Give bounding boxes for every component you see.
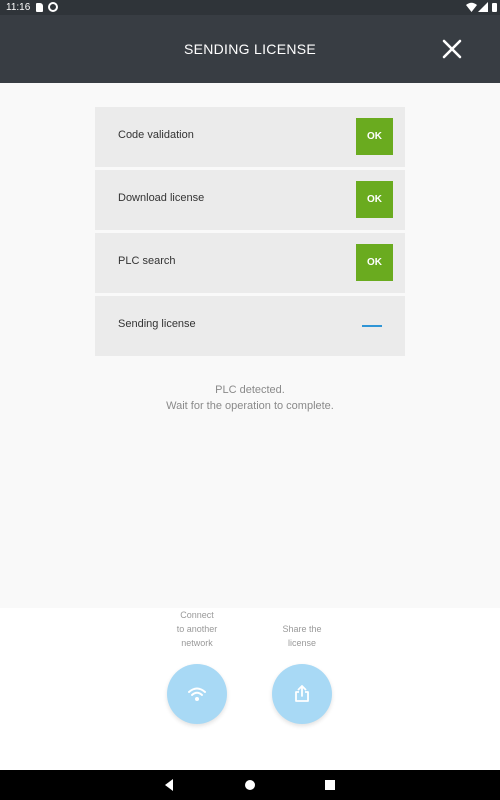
step-plc-search: PLC search OK — [95, 233, 405, 293]
share-license-button[interactable] — [272, 664, 332, 724]
status-message-line1: PLC detected. — [215, 384, 285, 396]
ok-badge: OK — [356, 181, 393, 218]
wifi-status-icon — [466, 2, 477, 12]
status-message: PLC detected. Wait for the operation to … — [0, 382, 500, 414]
connect-network-caption: Connect to another network — [157, 608, 237, 650]
sd-card-icon — [36, 3, 43, 12]
step-label: PLC search — [118, 255, 176, 267]
ok-badge: OK — [356, 118, 393, 155]
battery-icon — [492, 3, 497, 12]
home-icon[interactable] — [243, 777, 257, 793]
caption-line: to another — [176, 624, 218, 634]
signal-icon — [478, 2, 488, 12]
status-message-line2: Wait for the operation to complete. — [166, 400, 334, 412]
bottom-actions: Connect to another network Share the lic… — [0, 608, 500, 770]
step-label: Code validation — [118, 129, 194, 141]
step-label: Sending license — [118, 318, 196, 330]
page-title: SENDING LICENSE — [183, 41, 317, 57]
caption-line: Share the — [282, 624, 322, 634]
ok-badge: OK — [356, 244, 393, 281]
step-code-validation: Code validation OK — [95, 107, 405, 167]
step-label: Download license — [118, 192, 205, 204]
caption-line: network — [181, 638, 213, 648]
system-nav-bar — [0, 770, 500, 800]
recents-icon[interactable] — [323, 777, 337, 793]
close-icon[interactable] — [438, 35, 466, 63]
step-sending-license: Sending license — [95, 296, 405, 356]
connect-network-action: Connect to another network — [157, 608, 237, 724]
share-icon — [295, 685, 309, 702]
step-download-license: Download license OK — [95, 170, 405, 230]
share-license-action: Share the license — [262, 608, 342, 724]
back-icon[interactable] — [162, 777, 176, 793]
app-bar: SENDING LICENSE — [0, 15, 500, 83]
status-bar: 11:16 — [0, 0, 500, 15]
sync-icon — [48, 2, 58, 12]
wifi-icon — [188, 687, 206, 701]
in-progress-indicator — [362, 325, 382, 327]
caption-line: license — [287, 638, 316, 648]
share-license-caption: Share the license — [262, 608, 342, 650]
connect-network-button[interactable] — [167, 664, 227, 724]
caption-line: Connect — [180, 610, 214, 620]
status-time: 11:16 — [6, 2, 31, 13]
steps-list: Code validation OK Download license OK P… — [95, 107, 405, 359]
